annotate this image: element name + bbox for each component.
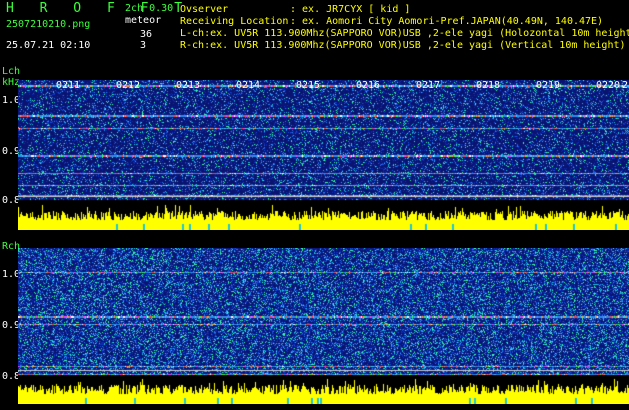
rch-count: 3 bbox=[140, 40, 147, 51]
time-tick: 0212 bbox=[116, 80, 141, 91]
observer-label: Ovserver bbox=[180, 4, 229, 15]
location-value: : ex. Aomori City Aomori-Pref.JAPAN(40.4… bbox=[290, 16, 604, 27]
lch-label: Lch bbox=[2, 66, 21, 77]
datetime-label: 25.07.21 02:10 bbox=[6, 40, 91, 51]
time-tick: 0213 bbox=[176, 80, 201, 91]
filename-label: 2507210210.png bbox=[6, 19, 91, 30]
time-tick: 0211 bbox=[56, 80, 81, 91]
lch-waterfall bbox=[18, 80, 629, 230]
time-tick: 0216 bbox=[356, 80, 381, 91]
observer-value: : ex. JR7CYX [ kid ] bbox=[290, 4, 411, 15]
rch-description: R-ch:ex. UV5R 113.900Mhz(SAPPORO VOR)USB… bbox=[180, 40, 626, 51]
time-tick: 0219 bbox=[536, 80, 561, 91]
time-tick: 0218 bbox=[476, 80, 501, 91]
time-tick: 0217 bbox=[416, 80, 441, 91]
time-tick: 0220 bbox=[596, 80, 621, 91]
rch-waterfall bbox=[18, 248, 629, 404]
hrofft-window: H R O F F T 2ch 0.30 meteor 2507210210.p… bbox=[0, 0, 629, 410]
time-tick: 0214 bbox=[236, 80, 261, 91]
mode-label: meteor bbox=[125, 15, 162, 26]
time-tick: 0215 bbox=[296, 80, 321, 91]
location-label: Receiving Location bbox=[180, 16, 289, 27]
time-tick: 2 bbox=[622, 80, 629, 91]
lch-description: L-ch:ex. UV5R 113.900Mhz(SAPPORO VOR)USB… bbox=[180, 28, 629, 39]
lch-count: 36 bbox=[140, 29, 153, 40]
version-label: 2ch 0.30 bbox=[125, 3, 174, 14]
